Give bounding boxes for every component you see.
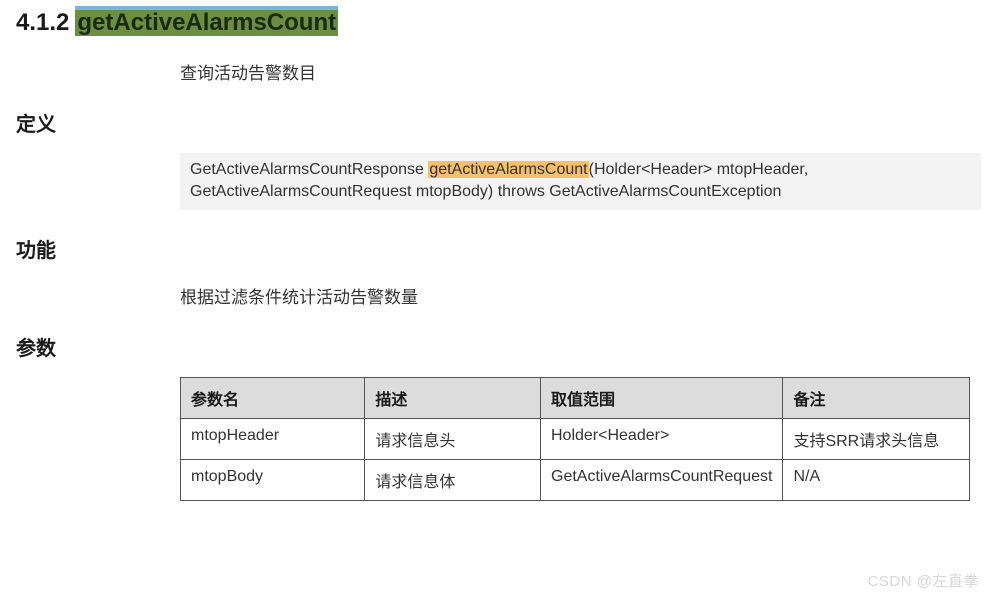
table-row: mtopBody 请求信息体 GetActiveAlarmsCountReque… xyxy=(181,459,970,500)
code-post1: (Holder<Header> mtopHeader, xyxy=(589,161,809,178)
cell-note: N/A xyxy=(783,459,970,500)
params-table: 参数名 描述 取值范围 备注 mtopHeader 请求信息头 Holder<H… xyxy=(180,377,970,501)
table-header-row: 参数名 描述 取值范围 备注 xyxy=(181,377,970,418)
function-label: 功能 xyxy=(0,234,1001,263)
cell-range: GetActiveAlarmsCountRequest xyxy=(541,459,783,500)
params-label: 参数 xyxy=(0,332,1001,361)
summary-text: 查询活动告警数目 xyxy=(180,59,1001,84)
th-desc: 描述 xyxy=(365,377,541,418)
th-range: 取值范围 xyxy=(541,377,783,418)
th-name: 参数名 xyxy=(181,377,365,418)
cell-note: 支持SRR请求头信息 xyxy=(783,418,970,459)
cell-name: mtopBody xyxy=(181,459,365,500)
section-heading: 4.1.2getActiveAlarmsCount xyxy=(0,0,1001,37)
definition-label: 定义 xyxy=(0,108,1001,137)
code-pre: GetActiveAlarmsCountResponse xyxy=(190,161,428,178)
code-post2: GetActiveAlarmsCountRequest mtopBody) th… xyxy=(190,183,781,200)
cell-desc: 请求信息头 xyxy=(365,418,541,459)
watermark: CSDN @左直拳 xyxy=(868,570,979,591)
heading-number: 4.1.2 xyxy=(16,9,69,36)
th-note: 备注 xyxy=(783,377,970,418)
definition-block: GetActiveAlarmsCountResponse getActiveAl… xyxy=(180,153,981,210)
table-row: mtopHeader 请求信息头 Holder<Header> 支持SRR请求头… xyxy=(181,418,970,459)
function-text: 根据过滤条件统计活动告警数量 xyxy=(180,283,1001,308)
definition-code: GetActiveAlarmsCountResponse getActiveAl… xyxy=(180,153,981,210)
code-highlight: getActiveAlarmsCount xyxy=(428,161,588,178)
cell-name: mtopHeader xyxy=(181,418,365,459)
cell-desc: 请求信息体 xyxy=(365,459,541,500)
heading-name-highlight: getActiveAlarmsCount xyxy=(75,6,338,36)
cell-range: Holder<Header> xyxy=(541,418,783,459)
